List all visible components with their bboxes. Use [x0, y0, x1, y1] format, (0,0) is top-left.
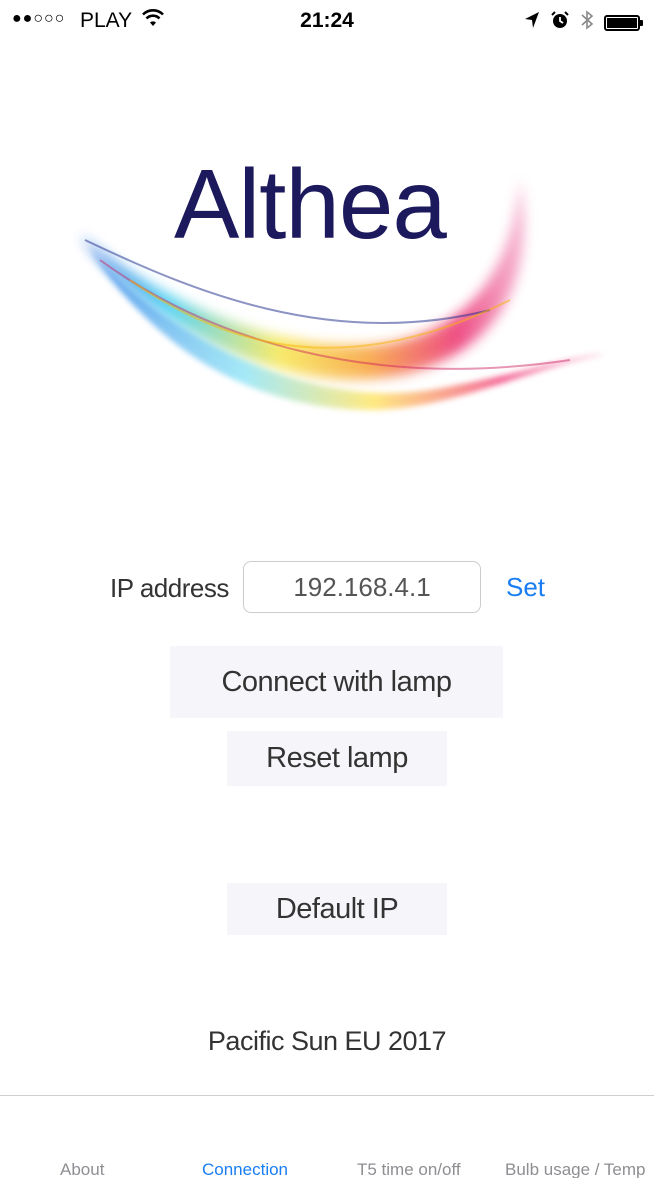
location-arrow-icon: [524, 11, 540, 35]
reset-lamp-button[interactable]: Reset lamp: [227, 731, 447, 786]
althea-logo: Althea: [70, 140, 610, 450]
tab-about[interactable]: About: [60, 1160, 104, 1178]
tab-connection[interactable]: Connection: [202, 1160, 288, 1178]
ip-address-label: IP address: [110, 573, 229, 603]
tab-t5-time[interactable]: T5 time on/off: [357, 1160, 461, 1178]
tab-bulb-usage[interactable]: Bulb usage / Temp: [505, 1160, 646, 1178]
set-ip-button[interactable]: Set: [506, 572, 545, 603]
alarm-icon: [550, 10, 570, 36]
ip-address-input[interactable]: [243, 561, 481, 613]
status-bar: ●●○○○ PLAY 21:24: [0, 0, 654, 44]
bluetooth-icon: [580, 9, 594, 37]
logo-title: Althea: [174, 149, 447, 259]
copyright-text: Pacific Sun EU 2017: [207, 1026, 447, 1056]
status-icons: [524, 9, 643, 37]
battery-icon: [604, 15, 643, 31]
connect-with-lamp-button[interactable]: Connect with lamp: [170, 646, 503, 718]
default-ip-button[interactable]: Default IP: [227, 883, 447, 935]
tab-bar: About Connection T5 time on/off Bulb usa…: [0, 1096, 654, 1178]
